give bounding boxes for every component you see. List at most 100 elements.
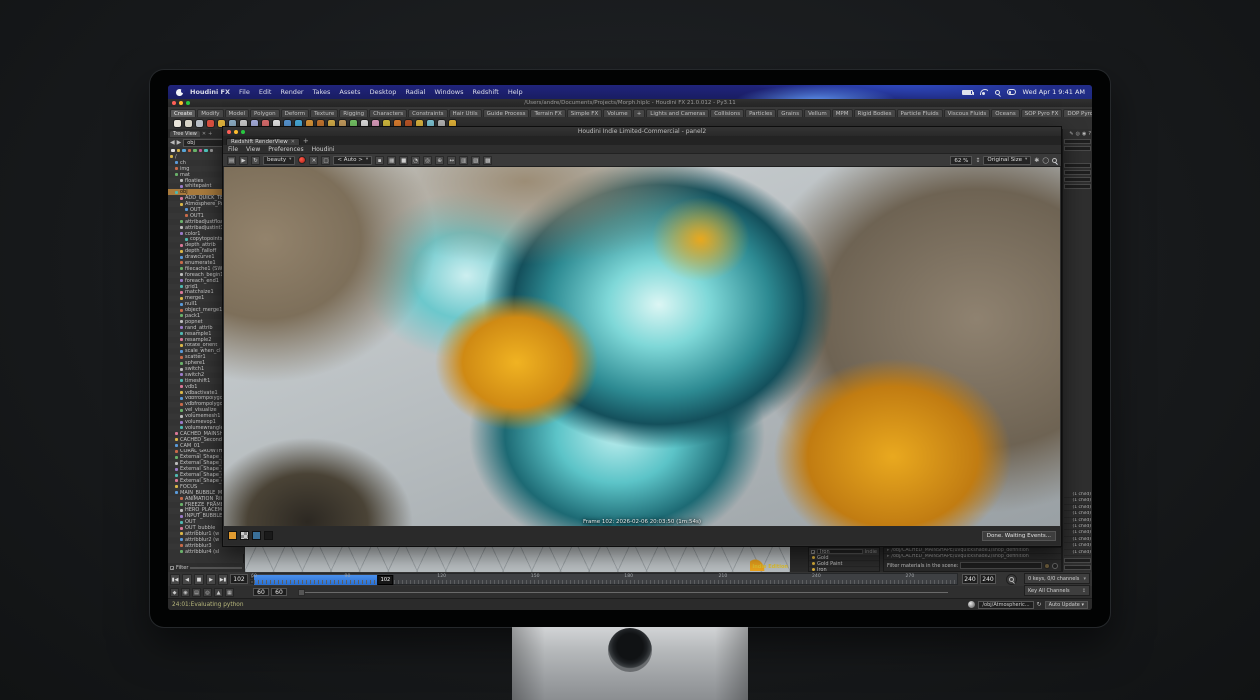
current-node-path-button[interactable]: /obj/Atmospheric... [978, 601, 1033, 609]
shelf-tab-guide-process[interactable]: Guide Process [483, 109, 530, 117]
playback-icon[interactable]: ▤ [192, 588, 201, 597]
shelf-tab-mpm[interactable]: MPM [832, 109, 853, 117]
shelf-tab-create[interactable]: Create [170, 109, 196, 117]
shelf-tool-icon[interactable] [207, 120, 214, 127]
shelf-tab-constraints[interactable]: Constraints [408, 109, 447, 117]
side-panel-icon[interactable]: ? [1088, 131, 1091, 137]
menu-item-takes[interactable]: Takes [313, 88, 331, 96]
playback-icon[interactable]: ◆ [170, 588, 179, 597]
shelf-tab-volume[interactable]: Volume [603, 109, 631, 117]
scene-filter-input[interactable] [960, 562, 1042, 569]
shelf-tab-modify[interactable]: Modify [197, 109, 223, 117]
material-ball-icon[interactable] [1052, 563, 1058, 569]
shelf-tab-grains[interactable]: Grains [777, 109, 803, 117]
renderview-menu-preferences[interactable]: Preferences [268, 146, 303, 153]
zoom-window-button[interactable] [241, 130, 245, 134]
zoom-spinner-icon[interactable]: ↕ [975, 157, 980, 164]
param-field[interactable] [1064, 146, 1091, 151]
menu-bar-clock[interactable]: Wed Apr 1 9:41 AM [1023, 88, 1085, 96]
snapshot-thumbnail[interactable] [228, 531, 237, 540]
transport--button[interactable]: ▶▮ [218, 574, 228, 585]
material-ball-icon[interactable] [1044, 563, 1050, 569]
add-tab-icon[interactable]: + [208, 131, 212, 137]
shelf-tab-rigging[interactable]: Rigging [339, 109, 368, 117]
utility-icon[interactable]: ✱ [1034, 157, 1039, 164]
shelf-tab-oceans[interactable]: Oceans [991, 109, 1019, 117]
global-start-field[interactable]: 60 [253, 588, 269, 596]
shelf-tab-sop-pyro-fx[interactable]: SOP Pyro FX [1021, 109, 1063, 117]
minimize-window-button[interactable] [179, 101, 183, 105]
menu-item-windows[interactable]: Windows [434, 88, 463, 96]
menu-item-help[interactable]: Help [508, 88, 523, 96]
tree-filter-dot[interactable] [182, 149, 186, 153]
keys-summary-select[interactable]: 0 keys, 0/0 channels▾ [1024, 573, 1090, 584]
playback-start-field[interactable]: 60 [271, 588, 287, 596]
renderview-menu-houdini[interactable]: Houdini [312, 146, 335, 153]
playback-icon[interactable]: ▦ [225, 588, 234, 597]
shelf-tab-terrain-fx[interactable]: Terrain FX [530, 109, 565, 117]
filter-checkbox[interactable]: ✓ [170, 566, 174, 570]
key-all-channels-button[interactable]: Key All Channels↕ [1024, 585, 1090, 596]
zoom-window-button[interactable] [186, 101, 190, 105]
window-title-bar[interactable]: /Users/andre/Documents/Projects/Morph.hi… [168, 99, 1092, 107]
shelf-tab-viscous-fluids[interactable]: Viscous Fluids [944, 109, 991, 117]
tab-tree-view[interactable]: Tree View [170, 131, 200, 137]
param-field[interactable] [1064, 558, 1091, 563]
refresh-icon[interactable]: ↻ [1037, 601, 1042, 608]
render-icon[interactable]: ▢ [321, 156, 330, 165]
tab-redshift-renderview[interactable]: Redshift RenderView ✕ [226, 138, 300, 145]
transport--button[interactable]: ▶ [206, 574, 216, 585]
zoom-level-field[interactable]: 62 % [950, 156, 972, 165]
tree-filter-dot[interactable] [188, 149, 192, 153]
view-icon[interactable]: ◎ [423, 156, 432, 165]
timeline-ruler[interactable]: 6090120150180210240270 102 [253, 573, 958, 585]
render-icon[interactable]: ↻ [251, 156, 260, 165]
side-panel-icon[interactable]: ◎ [1076, 131, 1080, 137]
view-icon[interactable]: ▩ [483, 156, 492, 165]
shelf-tab-simple-fx[interactable]: Simple FX [567, 109, 602, 117]
playback-icon[interactable]: ◉ [181, 588, 190, 597]
menu-item-houdini-fx[interactable]: Houdini FX [190, 88, 230, 96]
view-icon[interactable]: ▦ [387, 156, 396, 165]
transport--button[interactable]: ■ [194, 574, 204, 585]
transport--button[interactable]: ▮◀ [170, 574, 180, 585]
close-icon[interactable]: ✕ [202, 131, 206, 137]
menu-item-radial[interactable]: Radial [405, 88, 425, 96]
shelf-tool-icon[interactable] [196, 120, 203, 127]
panel-traffic-lights[interactable] [227, 130, 245, 134]
side-panel-icon[interactable]: ◉ [1082, 131, 1086, 137]
shelf-tab-vellum[interactable]: Vellum [804, 109, 831, 117]
render-pass-select[interactable]: beauty▾ [263, 156, 295, 165]
menu-item-edit[interactable]: Edit [259, 88, 272, 96]
add-tab-icon[interactable]: + [303, 138, 309, 145]
menu-item-assets[interactable]: Assets [339, 88, 360, 96]
control-center-icon[interactable] [1007, 89, 1016, 95]
wifi-icon[interactable] [980, 89, 988, 95]
shelf-tab-polygon[interactable]: Polygon [250, 109, 280, 117]
material-select[interactable]: Iron [817, 549, 863, 555]
playback-end-field[interactable]: 240 [962, 574, 978, 584]
range-slider[interactable] [298, 592, 948, 593]
snapshot-thumbnail[interactable] [264, 531, 273, 540]
render-icon[interactable]: ▤ [227, 156, 236, 165]
tree-filter-dot[interactable] [210, 149, 214, 153]
minimize-window-button[interactable] [234, 130, 238, 134]
close-tab-icon[interactable]: ✕ [291, 139, 295, 145]
shelf-tool-icon[interactable] [174, 120, 181, 127]
param-field[interactable] [1064, 163, 1091, 168]
redshift-logo-icon[interactable] [298, 156, 306, 164]
renderview-menu-view[interactable]: View [246, 146, 260, 153]
global-end-field[interactable]: 240 [980, 574, 996, 584]
material-filter-checkbox[interactable]: ✓ [811, 550, 815, 554]
current-frame-field[interactable]: 102 [230, 574, 248, 584]
expand-icon[interactable]: ▸ [887, 554, 889, 559]
tree-filter-dot[interactable] [199, 149, 203, 153]
image-size-select[interactable]: Original Size▾ [983, 156, 1031, 165]
param-field[interactable] [1064, 139, 1091, 144]
expand-icon[interactable]: ▸ [887, 548, 889, 553]
playback-icon[interactable]: ▲ [214, 588, 223, 597]
param-field[interactable] [1064, 184, 1091, 189]
tree-filter-dot[interactable] [177, 149, 181, 153]
forward-icon[interactable]: ▶ [177, 139, 182, 146]
shelf-tab-characters[interactable]: Characters [369, 109, 407, 117]
